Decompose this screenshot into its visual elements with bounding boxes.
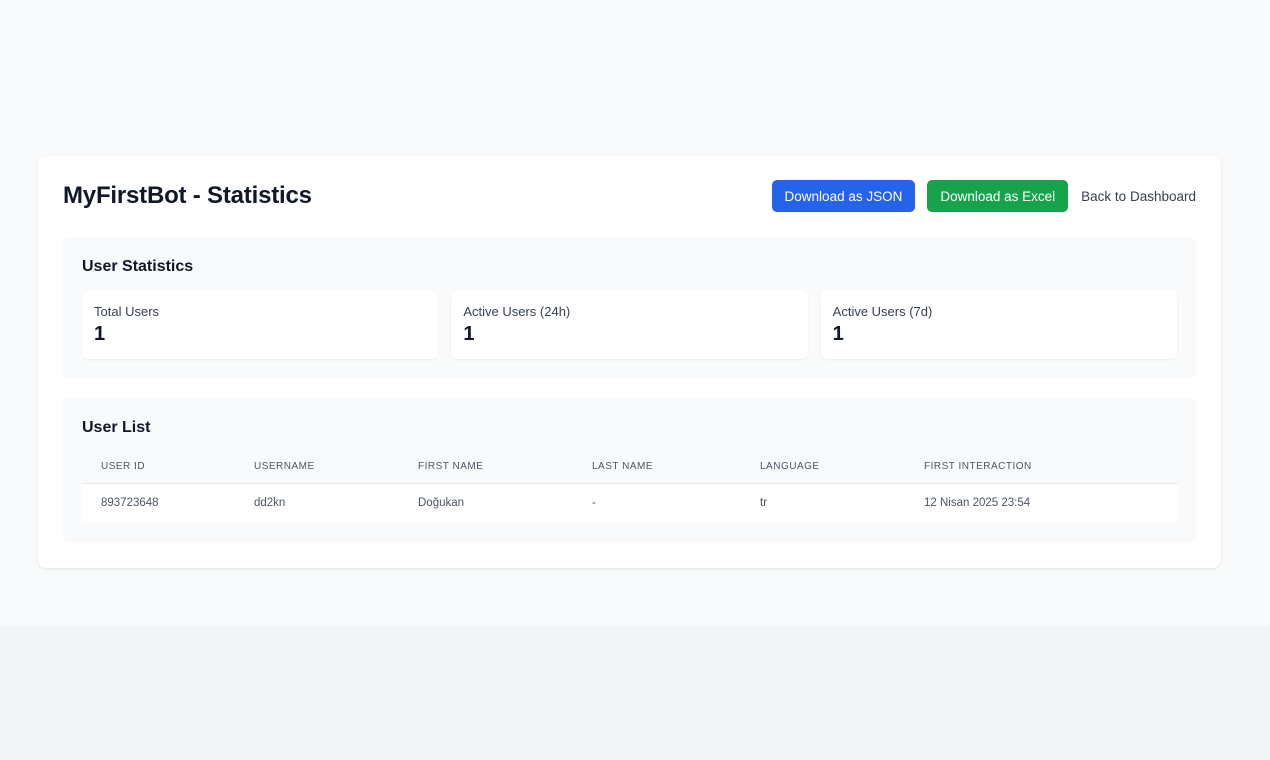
user-statistics-title: User Statistics — [82, 258, 194, 275]
page-header: MyFirstBot - Statistics Download as JSON… — [63, 180, 1196, 212]
column-header-first-interaction: FIRST INTERACTION — [924, 451, 1178, 484]
user-list-section: User List USER ID USERNAME FIRST NAME LA… — [63, 398, 1196, 543]
cell-user-id: 893723648 — [82, 483, 254, 523]
column-header-last-name: LAST NAME — [592, 451, 760, 484]
stat-card-active-users-7d: Active Users (7d) 1 — [820, 290, 1177, 359]
stat-value: 1 — [832, 323, 844, 345]
stat-card-total-users: Total Users 1 — [82, 290, 439, 359]
table-row: 893723648 dd2kn Doğukan - tr 12 Nisan 20… — [82, 483, 1178, 523]
header-actions: Download as JSON Download as Excel Back … — [771, 180, 1196, 212]
stat-grid: Total Users 1 Active Users (24h) 1 Activ… — [82, 290, 1177, 359]
page-background-bottom — [0, 626, 1270, 760]
table-header-row: USER ID USERNAME FIRST NAME LAST NAME LA… — [82, 451, 1178, 484]
back-to-dashboard-link[interactable]: Back to Dashboard — [1081, 189, 1196, 204]
user-table: USER ID USERNAME FIRST NAME LAST NAME LA… — [82, 451, 1178, 523]
column-header-first-name: FIRST NAME — [418, 451, 592, 484]
cell-language: tr — [760, 483, 924, 523]
column-header-user-id: USER ID — [82, 451, 254, 484]
cell-first-name: Doğukan — [418, 483, 592, 523]
stat-value: 1 — [94, 323, 106, 345]
page-title: MyFirstBot - Statistics — [63, 182, 312, 209]
stat-card-active-users-24h: Active Users (24h) 1 — [451, 290, 808, 359]
stat-label: Active Users (7d) — [832, 304, 933, 319]
stat-value: 1 — [463, 323, 475, 345]
statistics-card: MyFirstBot - Statistics Download as JSON… — [38, 156, 1221, 568]
cell-first-interaction: 12 Nisan 2025 23:54 — [924, 483, 1178, 523]
cell-last-name: - — [592, 483, 760, 523]
stat-label: Active Users (24h) — [463, 304, 571, 319]
user-list-title: User List — [82, 419, 151, 436]
user-statistics-section: User Statistics Total Users 1 Active Use… — [63, 237, 1196, 378]
download-json-button[interactable]: Download as JSON — [771, 180, 916, 212]
stat-label: Total Users — [94, 304, 160, 319]
column-header-language: LANGUAGE — [760, 451, 924, 484]
download-excel-button[interactable]: Download as Excel — [927, 180, 1069, 212]
column-header-username: USERNAME — [254, 451, 418, 484]
cell-username: dd2kn — [254, 483, 418, 523]
